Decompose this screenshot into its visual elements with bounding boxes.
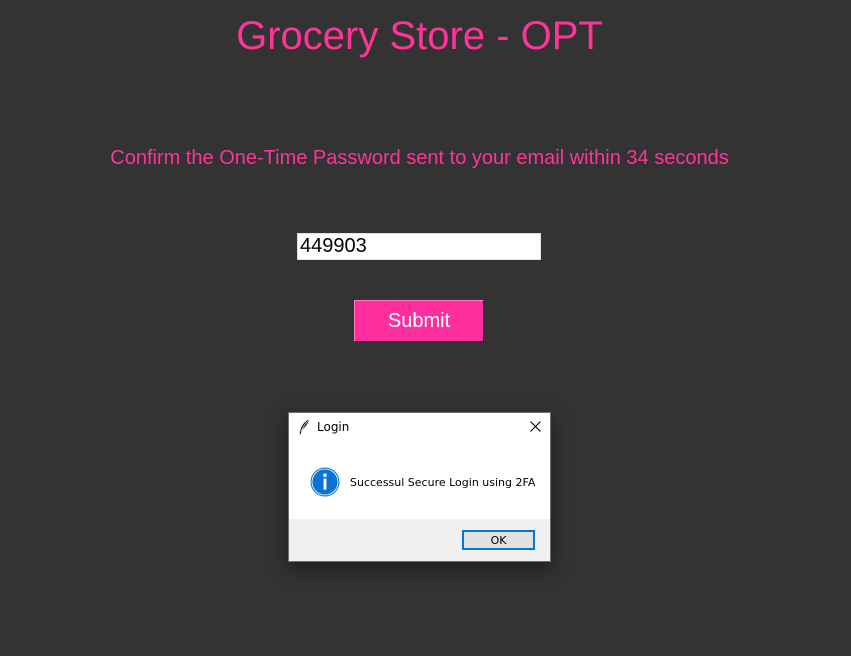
dialog-message: Successul Secure Login using 2FA [350, 476, 536, 489]
feather-icon [299, 419, 309, 435]
otp-instructions: Confirm the One-Time Password sent to yo… [110, 147, 729, 169]
close-icon [530, 421, 541, 432]
login-dialog: Login Successul Secure Login using 2FA O… [288, 412, 551, 562]
dialog-body: Successul Secure Login using 2FA [289, 442, 550, 520]
dialog-title: Login [317, 420, 350, 434]
info-icon [310, 467, 340, 497]
close-button[interactable] [520, 413, 550, 442]
dialog-titlebar: Login [289, 413, 550, 442]
page-title: Grocery Store - OPT [236, 14, 603, 58]
submit-button[interactable]: Submit [354, 300, 484, 342]
otp-input[interactable] [297, 233, 541, 260]
dialog-footer: OK [289, 519, 550, 561]
ok-button[interactable]: OK [462, 530, 535, 550]
app-window: Grocery Store - OPT Confirm the One-Time… [0, 0, 851, 656]
